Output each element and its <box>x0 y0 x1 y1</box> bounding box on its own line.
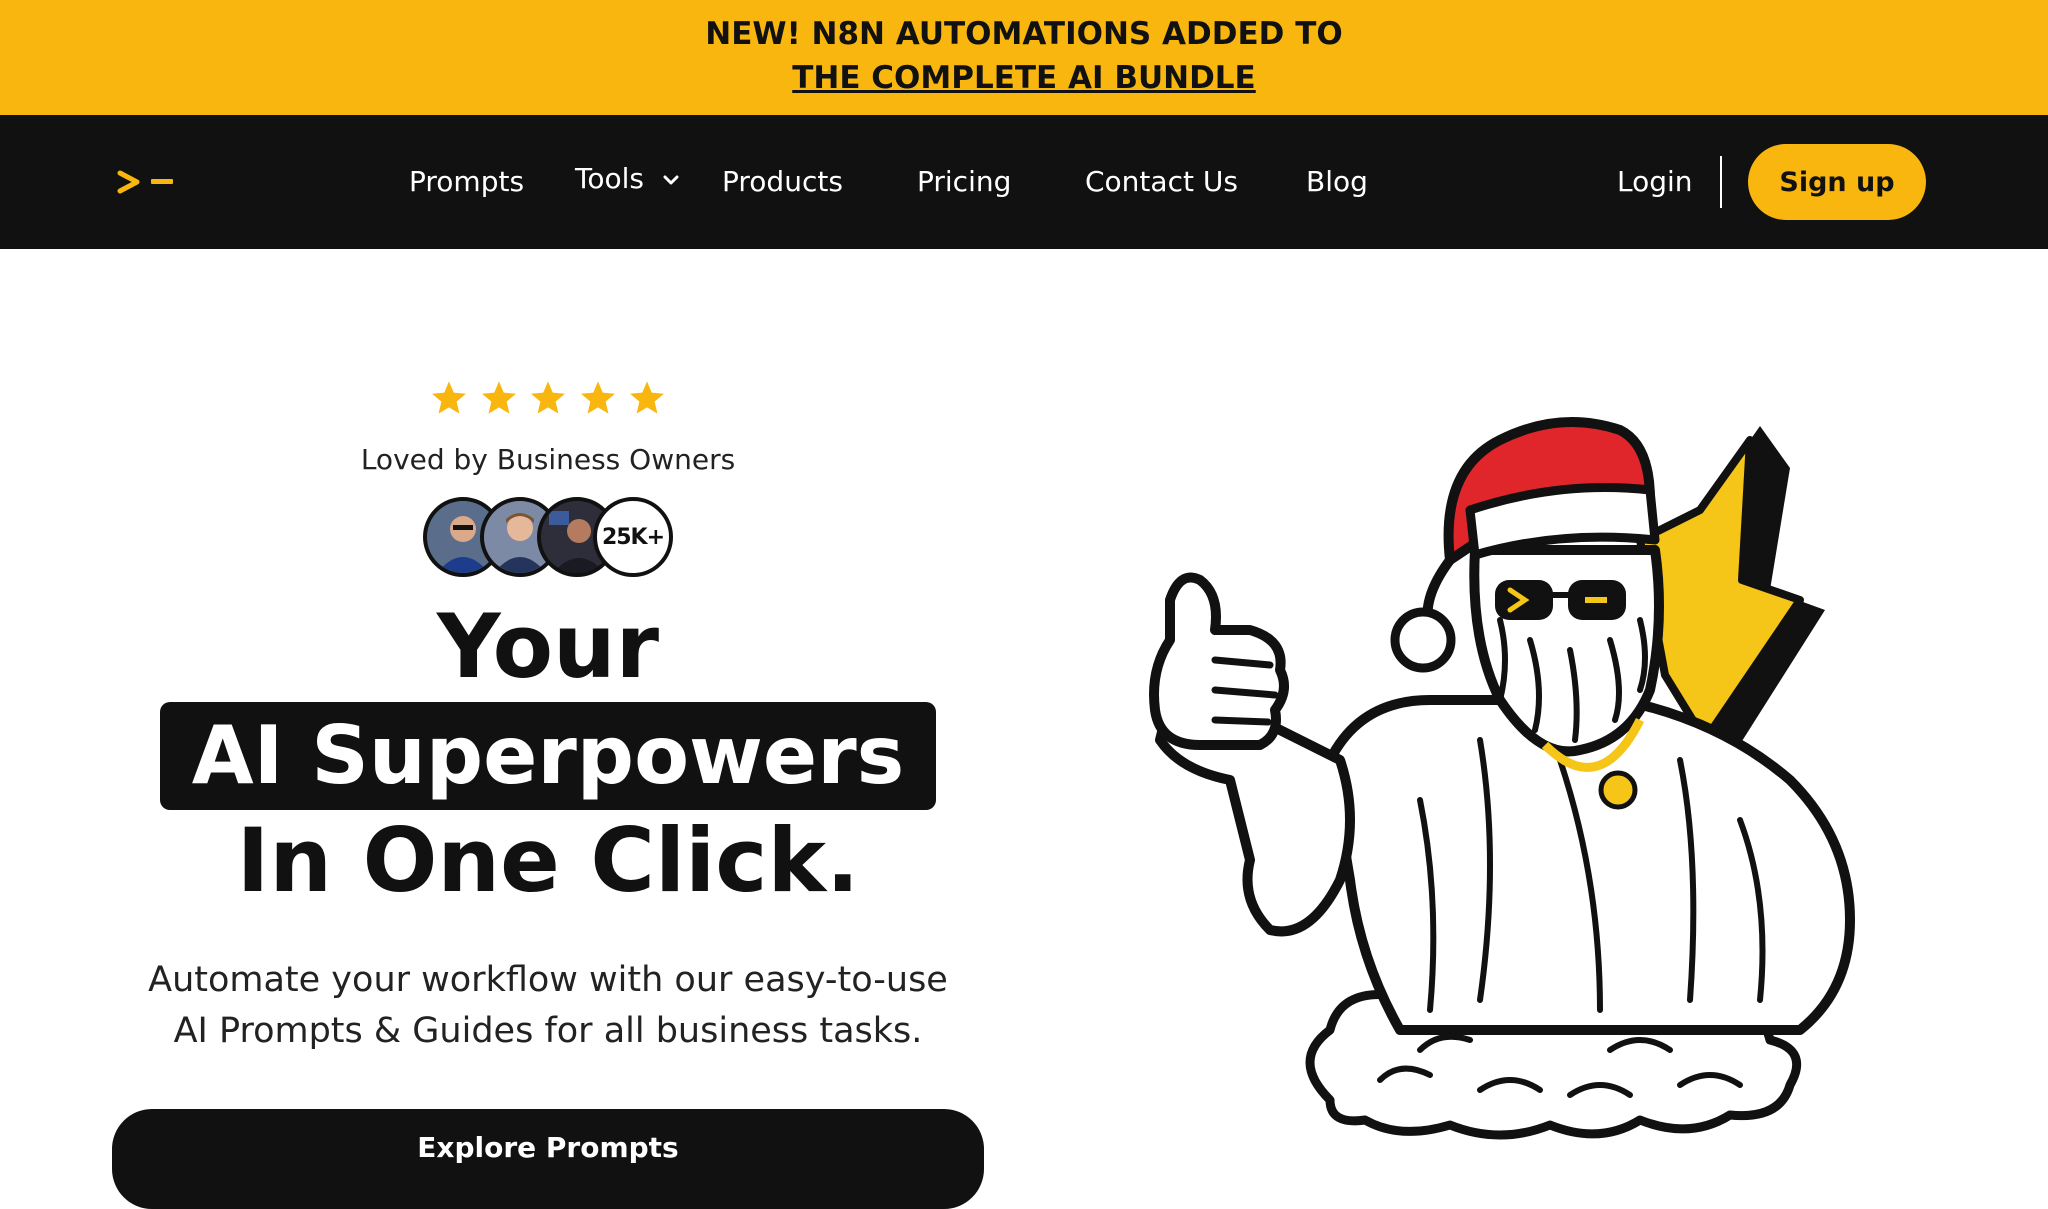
nav-tools-label: Tools <box>575 162 644 195</box>
chevron-down-icon <box>663 175 679 185</box>
headline-line-1: Your <box>436 595 660 698</box>
signup-button[interactable]: Sign up <box>1748 144 1926 220</box>
user-count-badge: 25K+ <box>593 497 673 577</box>
loved-by-text: Loved by Business Owners <box>360 443 736 476</box>
rating-stars <box>430 379 666 419</box>
announcement-banner: NEW! N8N AUTOMATIONS ADDED TO THE COMPLE… <box>0 0 2048 115</box>
login-link[interactable]: Login <box>1617 164 1693 200</box>
hero-section: Loved by Business Owners 25K+ Your AI Su… <box>0 249 1096 1209</box>
hero-subtitle: Automate your workflow with our easy-to-… <box>0 955 1096 1057</box>
explore-prompts-button[interactable]: Explore Prompts <box>112 1109 984 1209</box>
star-icon <box>432 381 466 414</box>
subtitle-line-2: AI Prompts & Guides for all business tas… <box>173 1011 923 1051</box>
headline-line-3: In One Click. <box>236 809 860 912</box>
nav-prompts[interactable]: Prompts <box>409 164 524 200</box>
terminal-logo-icon[interactable] <box>117 167 177 197</box>
nav-tools[interactable]: Tools <box>575 161 679 197</box>
top-navbar: Prompts Tools Products Pricing Contact U… <box>0 115 2048 249</box>
star-icon <box>580 381 615 414</box>
nav-blog[interactable]: Blog <box>1306 164 1368 200</box>
nav-divider <box>1720 156 1722 208</box>
nav-contact-us[interactable]: Contact Us <box>1085 164 1238 200</box>
avatar-group: 25K+ <box>423 497 683 581</box>
subtitle-line-1: Automate your workflow with our easy-to-… <box>148 960 948 1000</box>
star-icon <box>481 381 516 414</box>
star-icon <box>531 381 565 414</box>
star-icon <box>630 381 664 414</box>
headline-highlight: AI Superpowers <box>191 709 905 802</box>
nav-pricing[interactable]: Pricing <box>917 164 1011 200</box>
thumbs-up-arm <box>1149 572 1355 937</box>
nav-products[interactable]: Products <box>722 164 843 200</box>
banner-line-1: NEW! N8N AUTOMATIONS ADDED TO <box>705 16 1343 52</box>
santa-mascot-illustration <box>1149 417 1855 1140</box>
banner-link-bundle[interactable]: THE COMPLETE AI BUNDLE <box>0 56 2048 100</box>
